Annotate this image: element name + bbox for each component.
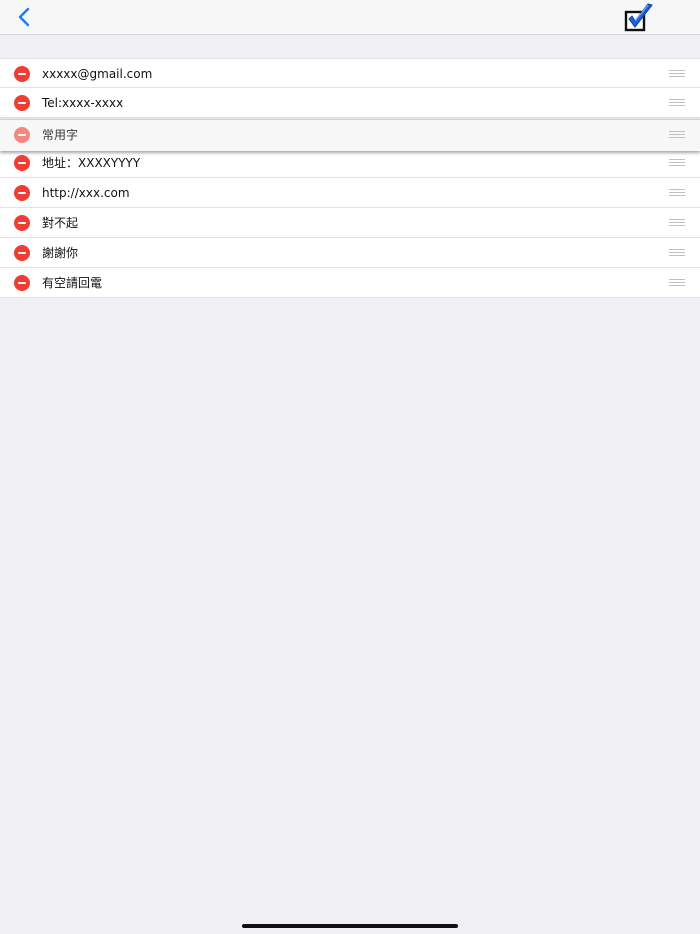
list-item-label: 地址：XXXXYYYY xyxy=(42,156,141,170)
list-item-dragging[interactable]: 常用字 xyxy=(0,120,700,151)
reorder-grip-icon[interactable] xyxy=(669,131,685,140)
list-item[interactable]: 對不起 xyxy=(0,208,700,238)
minus-circle-icon[interactable] xyxy=(14,245,30,261)
minus-circle-icon[interactable] xyxy=(14,155,30,171)
minus-circle-icon[interactable] xyxy=(14,66,30,82)
list-item-label: xxxxx@gmail.com xyxy=(42,67,153,81)
list-item-label: http://xxx.com xyxy=(42,186,130,200)
home-indicator[interactable] xyxy=(242,924,458,928)
navigation-bar xyxy=(0,0,700,35)
list-item-label: Tel:xxxx-xxxx xyxy=(42,96,124,110)
list-item-label: 有空請回電 xyxy=(42,276,103,290)
minus-circle-icon[interactable] xyxy=(14,95,30,111)
minus-circle-icon[interactable] xyxy=(14,275,30,291)
list-item[interactable]: xxxxx@gmail.com xyxy=(0,58,700,88)
reorder-grip-icon[interactable] xyxy=(669,219,685,228)
list-item[interactable]: Tel:xxxx-xxxx xyxy=(0,88,700,118)
chevron-left-icon xyxy=(18,7,30,27)
reorder-grip-icon[interactable] xyxy=(669,99,685,108)
back-button[interactable] xyxy=(13,5,35,29)
reorder-grip-icon[interactable] xyxy=(669,249,685,258)
done-button[interactable] xyxy=(622,2,656,34)
list-item[interactable]: http://xxx.com xyxy=(0,178,700,208)
list-item[interactable]: 地址：XXXXYYYY xyxy=(0,148,700,178)
list-item[interactable]: 有空請回電 xyxy=(0,268,700,298)
reorder-grip-icon[interactable] xyxy=(669,189,685,198)
minus-circle-icon[interactable] xyxy=(14,127,30,143)
list-item-label: 常用字 xyxy=(42,128,79,142)
reorder-grip-icon[interactable] xyxy=(669,70,685,79)
minus-circle-icon[interactable] xyxy=(14,215,30,231)
checkbox-checked-icon xyxy=(624,3,653,32)
reorder-grip-icon[interactable] xyxy=(669,159,685,168)
list-item[interactable]: 謝謝你 xyxy=(0,238,700,268)
screen: xxxxx@gmail.com Tel:xxxx-xxxx 常用字 地址：XXX… xyxy=(0,0,700,934)
list-item-label: 謝謝你 xyxy=(42,246,79,260)
reorder-grip-icon[interactable] xyxy=(669,279,685,288)
list-item-label: 對不起 xyxy=(42,216,79,230)
minus-circle-icon[interactable] xyxy=(14,185,30,201)
